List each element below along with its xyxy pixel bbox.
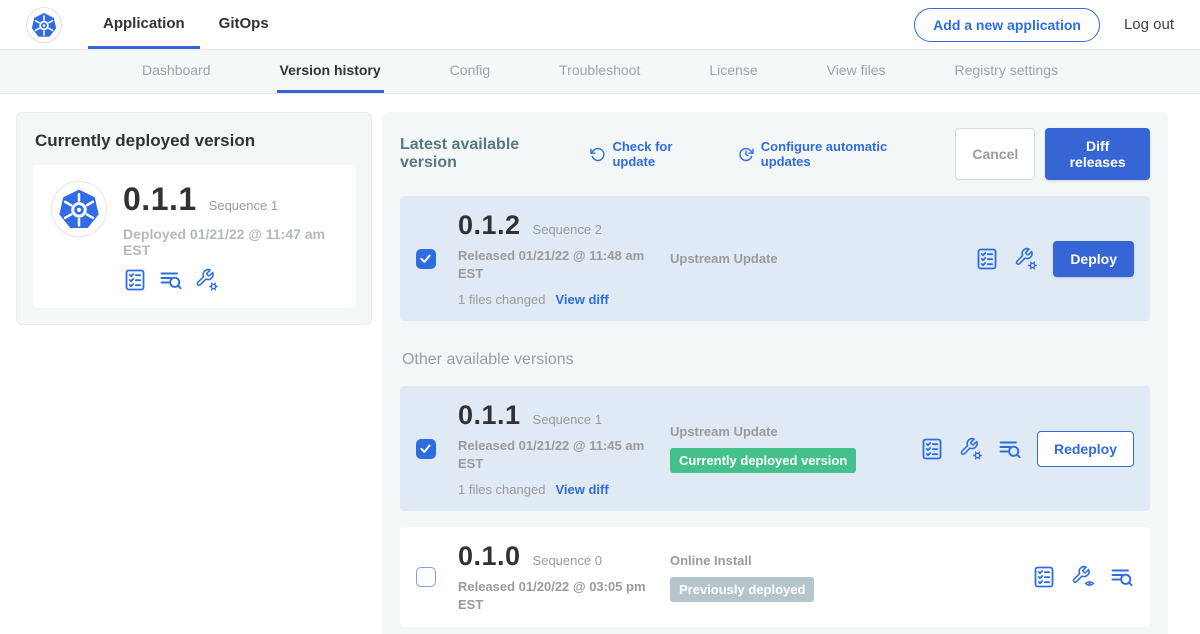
latest-available-title: Latest available version bbox=[400, 136, 570, 172]
currently-deployed-panel: Currently deployed version 0.1.1 Sequenc… bbox=[16, 112, 372, 325]
version-checkbox[interactable] bbox=[416, 439, 436, 459]
view-config-icon[interactable] bbox=[1071, 565, 1095, 589]
currently-deployed-badge: Currently deployed version bbox=[670, 448, 856, 473]
version-row-0-1-2: 0.1.2 Sequence 2 Released 01/21/22 @ 11:… bbox=[400, 196, 1150, 321]
subnav-tab-version-history[interactable]: Version history bbox=[277, 50, 384, 93]
edit-config-icon[interactable] bbox=[195, 268, 219, 292]
top-nav-right: Add a new application Log out bbox=[914, 0, 1174, 49]
main-content: Currently deployed version 0.1.1 Sequenc… bbox=[0, 94, 1200, 634]
tab-application[interactable]: Application bbox=[88, 0, 200, 49]
released-timestamp: Released 01/21/22 @ 11:48 am EST bbox=[458, 247, 658, 282]
deployed-version-sequence: Sequence 1 bbox=[209, 198, 278, 213]
previously-deployed-badge: Previously deployed bbox=[670, 577, 814, 602]
deploy-logs-icon[interactable] bbox=[1110, 565, 1134, 589]
deploy-logs-icon[interactable] bbox=[998, 437, 1022, 461]
diff-releases-button[interactable]: Diff releases bbox=[1045, 128, 1150, 180]
version-number: 0.1.1 bbox=[458, 400, 521, 431]
kubernetes-logo-icon bbox=[58, 188, 100, 230]
check-for-update-link[interactable]: Check for update bbox=[590, 139, 712, 169]
deployed-timestamp: Deployed 01/21/22 @ 11:47 am EST bbox=[123, 226, 337, 258]
deployed-app-logo-avatar bbox=[51, 181, 107, 237]
version-source-label: Online Install bbox=[670, 553, 920, 568]
released-timestamp: Released 01/20/22 @ 03:05 pm EST bbox=[458, 578, 658, 613]
currently-deployed-title: Currently deployed version bbox=[35, 131, 355, 151]
version-number: 0.1.2 bbox=[458, 210, 521, 241]
preflight-checklist-icon[interactable] bbox=[975, 247, 999, 271]
header-actions: Cancel Diff releases bbox=[955, 128, 1150, 180]
files-changed-label: 1 files changed bbox=[458, 482, 545, 497]
redeploy-button[interactable]: Redeploy bbox=[1037, 431, 1134, 467]
version-sequence: Sequence 2 bbox=[533, 222, 602, 237]
view-diff-link[interactable]: View diff bbox=[555, 482, 608, 497]
schedule-update-icon bbox=[738, 146, 754, 163]
version-info-column: 0.1.2 Sequence 2 Released 01/21/22 @ 11:… bbox=[458, 210, 670, 307]
files-changed-label: 1 files changed bbox=[458, 292, 545, 307]
deploy-logs-icon[interactable] bbox=[159, 268, 183, 292]
subnav-tab-registry-settings[interactable]: Registry settings bbox=[952, 50, 1061, 93]
subnav-tab-config[interactable]: Config bbox=[447, 50, 493, 93]
row-actions: Deploy bbox=[975, 241, 1134, 277]
version-number: 0.1.0 bbox=[458, 541, 521, 572]
subnav-tab-dashboard[interactable]: Dashboard bbox=[139, 50, 214, 93]
tab-gitops[interactable]: GitOps bbox=[204, 0, 284, 49]
preflight-checklist-icon[interactable] bbox=[123, 268, 147, 292]
checkmark-icon bbox=[418, 441, 433, 456]
configure-automatic-updates-link[interactable]: Configure automatic updates bbox=[738, 139, 930, 169]
view-diff-link[interactable]: View diff bbox=[555, 292, 608, 307]
cancel-button[interactable]: Cancel bbox=[955, 128, 1035, 180]
source-column: Upstream Update Currently deployed versi… bbox=[670, 424, 920, 473]
version-row-0-1-0: 0.1.0 Sequence 0 Released 01/20/22 @ 03:… bbox=[400, 527, 1150, 627]
add-application-button[interactable]: Add a new application bbox=[914, 8, 1100, 42]
preflight-checklist-icon[interactable] bbox=[1032, 565, 1056, 589]
source-column: Upstream Update bbox=[670, 251, 920, 266]
row-spacer bbox=[400, 511, 1150, 527]
top-nav: Application GitOps Add a new application… bbox=[0, 0, 1200, 50]
deploy-button[interactable]: Deploy bbox=[1053, 241, 1134, 277]
deployed-version-details: 0.1.1 Sequence 1 Deployed 01/21/22 @ 11:… bbox=[123, 181, 337, 292]
app-brand bbox=[26, 0, 62, 49]
version-sequence: Sequence 1 bbox=[533, 412, 602, 427]
preflight-checklist-icon[interactable] bbox=[920, 437, 944, 461]
deployed-version-card: 0.1.1 Sequence 1 Deployed 01/21/22 @ 11:… bbox=[33, 165, 355, 308]
app-logo-avatar bbox=[26, 7, 62, 43]
version-info-column: 0.1.0 Sequence 0 Released 01/20/22 @ 03:… bbox=[458, 541, 670, 613]
version-info-column: 0.1.1 Sequence 1 Released 01/21/22 @ 11:… bbox=[458, 400, 670, 497]
row-actions: Redeploy bbox=[920, 431, 1134, 467]
version-checkbox[interactable] bbox=[416, 567, 436, 587]
version-source-label: Upstream Update bbox=[670, 251, 920, 266]
version-row-0-1-1: 0.1.1 Sequence 1 Released 01/21/22 @ 11:… bbox=[400, 386, 1150, 511]
source-column: Online Install Previously deployed bbox=[670, 553, 920, 602]
logout-link[interactable]: Log out bbox=[1124, 16, 1174, 33]
configure-automatic-updates-label: Configure automatic updates bbox=[761, 139, 930, 169]
subnav-tab-troubleshoot[interactable]: Troubleshoot bbox=[556, 50, 643, 93]
edit-config-icon[interactable] bbox=[1014, 247, 1038, 271]
other-versions-title: Other available versions bbox=[402, 351, 1150, 369]
deployed-version-number: 0.1.1 bbox=[123, 181, 197, 218]
kubernetes-logo-icon bbox=[31, 12, 57, 38]
check-for-update-label: Check for update bbox=[612, 139, 711, 169]
edit-config-icon[interactable] bbox=[959, 437, 983, 461]
top-nav-tabs: Application GitOps bbox=[88, 0, 284, 49]
subnav-tab-license[interactable]: License bbox=[706, 50, 760, 93]
subnav-tab-view-files[interactable]: View files bbox=[824, 50, 889, 93]
version-source-label: Upstream Update bbox=[670, 424, 920, 439]
row-actions bbox=[1032, 565, 1134, 589]
latest-available-header: Latest available version Check for updat… bbox=[400, 128, 1150, 180]
released-timestamp: Released 01/21/22 @ 11:45 am EST bbox=[458, 437, 658, 472]
version-checkbox[interactable] bbox=[416, 249, 436, 269]
app-sub-nav: Dashboard Version history Config Trouble… bbox=[0, 50, 1200, 94]
refresh-icon bbox=[590, 146, 606, 163]
checkmark-icon bbox=[418, 251, 433, 266]
version-sequence: Sequence 0 bbox=[533, 553, 602, 568]
latest-available-panel: Latest available version Check for updat… bbox=[382, 112, 1168, 634]
